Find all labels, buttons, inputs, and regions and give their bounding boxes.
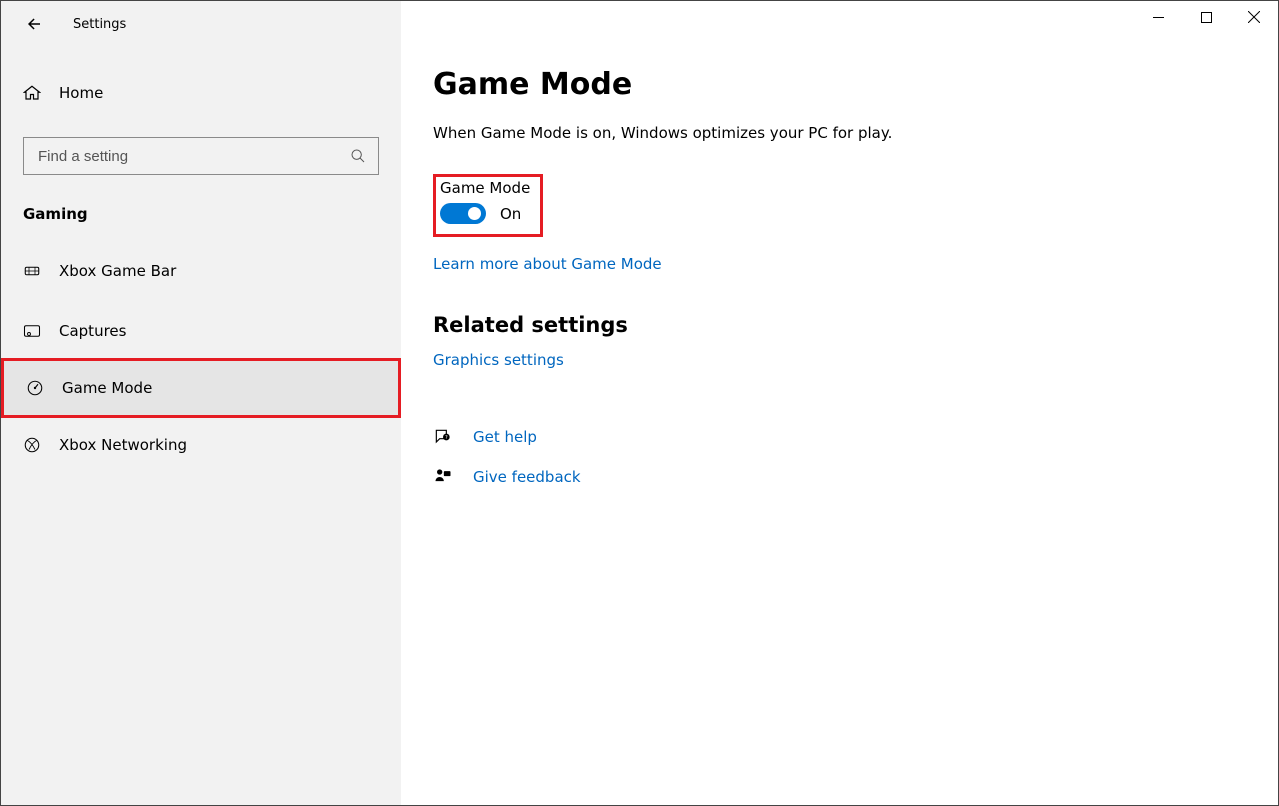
sidebar: Settings Home Gaming Xbox Game Bar — [1, 1, 401, 805]
main-content: Game Mode When Game Mode is on, Windows … — [401, 1, 1278, 805]
minimize-icon — [1153, 12, 1164, 23]
close-button[interactable] — [1230, 1, 1278, 33]
related-settings-heading: Related settings — [433, 313, 1278, 337]
get-help-row[interactable]: ? Get help — [433, 417, 1278, 457]
toggle-row: On — [440, 203, 530, 224]
close-icon — [1248, 11, 1260, 23]
sidebar-item-xbox-networking[interactable]: Xbox Networking — [1, 415, 401, 475]
sidebar-item-label: Xbox Game Bar — [59, 262, 176, 280]
toggle-label: Game Mode — [440, 179, 530, 197]
home-label: Home — [59, 84, 103, 102]
xbox-icon — [23, 436, 41, 454]
sidebar-item-game-mode[interactable]: Game Mode — [4, 361, 398, 415]
sidebar-item-highlight: Game Mode — [1, 358, 401, 418]
back-button[interactable] — [23, 13, 45, 35]
search-input[interactable] — [36, 147, 350, 166]
search-box[interactable] — [23, 137, 379, 175]
give-feedback-row[interactable]: Give feedback — [433, 457, 1278, 497]
sidebar-item-captures[interactable]: Captures — [1, 301, 401, 361]
learn-more-link[interactable]: Learn more about Game Mode — [433, 255, 662, 273]
toggle-knob — [468, 207, 481, 220]
game-mode-toggle[interactable] — [440, 203, 486, 224]
maximize-button[interactable] — [1182, 1, 1230, 33]
page-description: When Game Mode is on, Windows optimizes … — [433, 124, 1278, 142]
give-feedback-link[interactable]: Give feedback — [473, 468, 581, 486]
maximize-icon — [1201, 12, 1212, 23]
category-header: Gaming — [1, 205, 401, 223]
sidebar-item-label: Captures — [59, 322, 126, 340]
game-bar-icon — [23, 262, 41, 280]
minimize-button[interactable] — [1134, 1, 1182, 33]
toggle-highlight: Game Mode On — [433, 174, 543, 237]
back-arrow-icon — [25, 15, 43, 33]
home-button[interactable]: Home — [1, 73, 401, 113]
game-mode-icon — [26, 379, 44, 397]
graphics-settings-link[interactable]: Graphics settings — [433, 351, 564, 369]
sidebar-item-label: Game Mode — [62, 379, 152, 397]
search-icon — [350, 148, 366, 164]
window-controls — [1134, 1, 1278, 33]
title-bar: Settings — [1, 1, 401, 47]
help-icon: ? — [433, 427, 453, 447]
get-help-link[interactable]: Get help — [473, 428, 537, 446]
feedback-icon — [433, 467, 453, 487]
captures-icon — [23, 322, 41, 340]
page-title: Game Mode — [433, 67, 1278, 102]
svg-text:?: ? — [445, 435, 448, 441]
window-title: Settings — [73, 17, 126, 32]
sidebar-item-xbox-game-bar[interactable]: Xbox Game Bar — [1, 241, 401, 301]
sidebar-item-label: Xbox Networking — [59, 436, 187, 454]
toggle-state-text: On — [500, 205, 521, 223]
home-icon — [23, 84, 41, 102]
